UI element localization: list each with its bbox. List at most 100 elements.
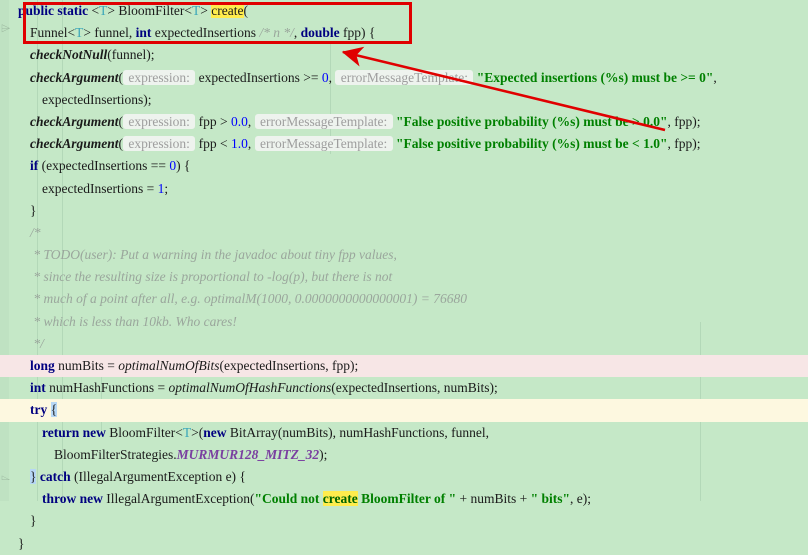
code-token: 1.0 [231,136,248,152]
code-token: > [200,3,212,18]
code-token: "Could not [254,491,323,507]
code-token: } [30,202,37,218]
code-token: int [30,380,46,396]
code-token: */ [279,25,294,41]
line-comment-2[interactable]: * since the resulting size is proportion… [0,266,808,288]
code-fold-marker-top[interactable]: ⌲ [1,22,10,34]
code-token: " bits" [530,491,570,507]
code-token: Funnel< [30,25,76,41]
code-token: , [247,113,255,129]
code-token: static [57,3,89,18]
code-token: (funnel); [107,47,155,63]
line-comment-1[interactable]: * TODO(user): Put a warning in the javad… [0,244,808,266]
code-token: (expectedInsertions, numBits); [331,380,498,396]
line-signature-1[interactable]: public static <T> BloomFilter<T> create( [0,0,808,22]
line-comment-3[interactable]: * much of a point after all, e.g. optima… [0,288,808,310]
line-catch-close[interactable]: } [0,510,808,532]
line-numbits[interactable]: long numBits = optimalNumOfBits(expected… [0,355,808,378]
code-token: BloomFilter< [105,424,183,440]
code-token: public [18,3,55,18]
line-return[interactable]: return new BloomFilter<T>(new BitArray(n… [0,422,808,444]
code-token: , fpp); [667,113,701,129]
code-token: catch [39,468,71,484]
code-token: int [135,25,152,41]
code-token: if [30,158,39,174]
code-token: checkNotNull [30,47,108,63]
code-token: BloomFilter of " [357,491,457,507]
code-token: numHashFunctions = [45,380,169,396]
line-if-close[interactable]: } [0,200,808,222]
line-throw[interactable]: throw new IllegalArgumentException("Coul… [0,488,808,510]
code-token: return [42,424,80,440]
line-checkargument-2[interactable]: checkArgument( expression: fpp > 0.0, er… [0,111,808,133]
code-token: "Expected insertions (%s) must be >= 0" [476,69,714,85]
code-token: fpp > [195,113,231,129]
code-token: expectedInsertions = [42,180,158,196]
code-token: , [247,136,255,152]
code-token: create [211,3,244,18]
code-token: (expectedInsertions, fpp); [219,358,359,373]
code-token: MURMUR128_MITZ_32 [176,446,320,462]
code-token: "False positive probability (%s) must be… [396,136,668,152]
code-token: expression: [123,113,196,129]
code-line-container: public static <T> BloomFilter<T> create(… [0,0,808,555]
code-token: < [91,3,100,18]
code-token: * which is less than 10kb. Who cares! [30,313,237,329]
code-token: new [82,424,106,440]
code-token: >( [191,424,204,440]
line-comment-close[interactable]: */ [0,333,808,355]
code-token: BitArray(numBits), numHashFunctions, fun… [226,424,489,440]
code-token: BloomFilter< [115,3,193,18]
code-token: long [30,358,55,373]
line-try[interactable]: try { [0,399,808,422]
code-token: ; [164,180,169,196]
code-fold-marker-bottom[interactable]: ⌳ [1,470,10,482]
code-token: expectedInsertions >= [195,69,322,85]
line-catch[interactable]: } catch (IllegalArgumentException e) { [0,466,808,488]
line-checkargument-3[interactable]: checkArgument( expression: fpp < 1.0, er… [0,133,808,155]
code-token: /* [30,224,41,240]
code-token: new [79,491,103,507]
line-if-body[interactable]: expectedInsertions = 1; [0,178,808,200]
code-token: , [293,25,301,41]
line-method-close[interactable]: } [0,533,808,555]
line-comment-4[interactable]: * which is less than 10kb. Who cares! [0,311,808,333]
code-token: checkArgument [30,69,119,85]
code-token: expectedInsertions [151,25,260,41]
code-token: expectedInsertions); [42,91,152,107]
code-token: 0 [321,69,329,85]
code-token: ); [319,446,328,462]
code-token: "False positive probability (%s) must be… [396,113,668,129]
code-token: expression: [123,69,196,85]
code-token: double [300,25,340,41]
code-editor-view[interactable]: ⌲ ⌳ public static <T> BloomFilter<T> cre… [0,0,808,551]
line-numhashfunctions[interactable]: int numHashFunctions = optimalNumOfHashF… [0,377,808,399]
line-comment-open[interactable]: /* [0,222,808,244]
code-token: , e); [569,491,591,507]
code-token: } [18,535,25,551]
code-token: (expectedInsertions == [38,158,170,174]
code-token: 0.0 [231,113,248,129]
code-token: checkArgument [30,113,119,129]
line-checkargument-1-cont[interactable]: expectedInsertions); [0,89,808,111]
code-token: checkArgument [30,136,119,152]
code-token: > [107,3,116,18]
line-return-cont[interactable]: BloomFilterStrategies.MURMUR128_MITZ_32)… [0,444,808,466]
code-token: fpp) { [339,25,376,41]
code-token: create [322,491,358,507]
line-checknotnull[interactable]: checkNotNull(funnel); [0,44,808,66]
code-token: n [273,25,280,41]
code-token: > funnel, [83,25,136,41]
code-token: * since the resulting size is proportion… [30,269,393,285]
line-signature-2[interactable]: Funnel<T> funnel, int expectedInsertions… [0,22,808,44]
code-token: errorMessageTemplate: [335,69,474,85]
code-token: throw [42,491,77,507]
code-token: fpp < [195,136,231,152]
code-token: IllegalArgumentException( [102,491,255,507]
code-token: T [182,424,192,440]
code-token: optimalNumOfHashFunctions [168,380,332,396]
line-checkargument-1[interactable]: checkArgument( expression: expectedInser… [0,67,808,89]
code-token: expression: [123,136,196,152]
line-if[interactable]: if (expectedInsertions == 0) { [0,155,808,177]
code-token: errorMessageTemplate: [254,136,393,152]
